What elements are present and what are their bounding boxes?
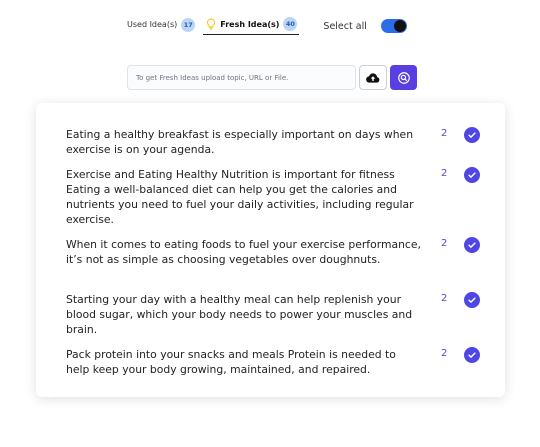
idea-source-input[interactable]	[127, 65, 356, 90]
fresh-ideas-card: Eating a healthy breakfast is especially…	[36, 103, 505, 397]
tab-used-ideas[interactable]: Used Idea(s) 17	[125, 17, 197, 35]
select-all-label: Select all	[323, 20, 367, 32]
check-icon	[468, 352, 476, 358]
check-icon	[468, 172, 476, 178]
used-ideas-count-badge: 17	[181, 17, 196, 32]
tab-used-ideas-label: Used Idea(s)	[127, 20, 178, 29]
search-button[interactable]	[390, 65, 417, 90]
upload-button[interactable]	[359, 65, 387, 90]
idea-select-checkbox[interactable]	[464, 127, 480, 143]
search-icon	[397, 71, 410, 84]
idea-select-checkbox[interactable]	[464, 347, 480, 363]
idea-usage-count: 2	[441, 168, 448, 179]
select-all-toggle[interactable]	[380, 19, 407, 33]
cloud-upload-icon	[366, 72, 380, 83]
lightbulb-icon	[207, 18, 216, 30]
fresh-ideas-count-badge: 40	[283, 17, 298, 31]
idea-text: Eating a healthy breakfast is especially…	[66, 128, 414, 156]
idea-usage-count: 2	[441, 128, 448, 139]
idea-text: When it comes to eating foods to fuel yo…	[66, 238, 421, 266]
idea-select-checkbox[interactable]	[464, 167, 480, 183]
idea-text: Pack protein into your snacks and meals …	[66, 348, 396, 376]
idea-usage-count: 2	[441, 293, 448, 304]
search-row	[127, 65, 417, 90]
check-icon	[468, 132, 476, 138]
idea-usage-count: 2	[441, 238, 448, 249]
tab-fresh-ideas-label: Fresh Idea(s)	[220, 19, 280, 29]
tab-fresh-ideas[interactable]: Fresh Idea(s) 40	[203, 17, 300, 35]
check-icon	[468, 297, 476, 303]
idea-select-checkbox[interactable]	[464, 292, 480, 308]
idea-text: Starting your day with a healthy meal ca…	[66, 293, 413, 336]
toggle-knob	[393, 20, 406, 32]
idea-text: Exercise and Eating Healthy Nutrition is…	[66, 168, 414, 226]
check-icon	[468, 242, 476, 248]
idea-usage-count: 2	[441, 348, 448, 359]
idea-select-checkbox[interactable]	[464, 237, 480, 253]
idea-tabs: Used Idea(s) 17 Fresh Idea(s) 40 Select …	[125, 16, 407, 36]
